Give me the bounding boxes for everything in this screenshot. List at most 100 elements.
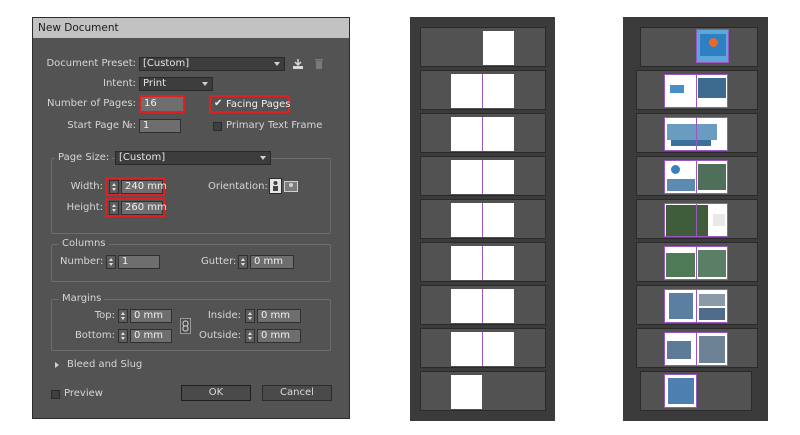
number-of-pages-label: Number of Pages: <box>47 98 136 109</box>
balloon-icon <box>709 38 718 47</box>
layout-graphic <box>670 85 684 93</box>
start-page-label: Start Page №: <box>67 120 136 131</box>
spread-spine <box>482 203 483 237</box>
margin-bottom-stepper[interactable] <box>118 329 128 343</box>
back-page-thumbnail[interactable] <box>664 374 697 408</box>
document-preset-select[interactable]: [Custom] <box>139 57 285 71</box>
width-stepper[interactable] <box>109 180 119 194</box>
spread-thumbnail[interactable] <box>451 203 514 237</box>
primary-text-frame-checkbox[interactable] <box>213 122 222 131</box>
margins-group <box>51 299 331 351</box>
facing-pages-checkbox[interactable]: ✔ Facing Pages <box>209 95 291 113</box>
landscape-orientation-icon[interactable] <box>284 181 298 192</box>
page-size-label: Page Size: <box>55 151 113 165</box>
layout-photo <box>666 253 695 277</box>
spread-thumbnail[interactable] <box>664 117 728 151</box>
columns-number-label: Number: <box>60 256 104 267</box>
spread-spine <box>482 246 483 280</box>
start-page-input[interactable]: 1 <box>139 119 181 133</box>
spread-spine <box>482 289 483 323</box>
layout-photo <box>699 336 725 363</box>
page-size-value: [Custom] <box>119 152 166 163</box>
number-of-pages-input[interactable]: 16 <box>139 95 185 113</box>
filled-pages-panel <box>623 17 768 421</box>
intent-value: Print <box>143 78 167 89</box>
page-thumbnail[interactable] <box>451 375 482 409</box>
dialog-title: New Document <box>33 18 349 38</box>
margin-inside-stepper[interactable] <box>245 309 255 323</box>
columns-number-input[interactable]: 1 <box>118 255 160 269</box>
spread-spine <box>696 290 697 322</box>
bleed-and-slug-toggle[interactable]: Bleed and Slug <box>67 358 142 372</box>
margin-outside-label: Outside: <box>199 330 241 341</box>
height-label: Height: <box>66 202 103 213</box>
disclosure-triangle-icon[interactable] <box>55 362 59 368</box>
checkmark-icon: ✔ <box>214 98 223 109</box>
margin-bottom-label: Bottom: <box>74 330 115 341</box>
spread-thumbnail[interactable] <box>664 332 728 366</box>
margin-inside-input[interactable]: 0 mm <box>257 309 301 323</box>
layout-photo <box>698 164 726 190</box>
orientation-label: Orientation: <box>208 181 268 192</box>
margin-outside-stepper[interactable] <box>245 329 255 343</box>
columns-number-stepper[interactable] <box>106 255 116 269</box>
width-input[interactable]: 240 mm <box>121 180 167 194</box>
width-label: Width: <box>70 181 103 192</box>
intent-select[interactable]: Print <box>139 77 213 91</box>
save-preset-icon[interactable] <box>291 57 305 71</box>
document-preset-value: [Custom] <box>143 58 190 69</box>
spread-thumbnail[interactable] <box>664 160 728 194</box>
width-control: 240 mm <box>105 177 167 196</box>
spread-thumbnail[interactable] <box>451 117 514 151</box>
layout-photo <box>699 294 725 306</box>
spread-thumbnail[interactable] <box>451 332 514 366</box>
spread-thumbnail[interactable] <box>451 160 514 194</box>
margin-top-stepper[interactable] <box>118 309 128 323</box>
spread-thumbnail[interactable] <box>451 246 514 280</box>
spread-spine <box>482 74 483 108</box>
height-stepper[interactable] <box>109 201 119 215</box>
spread-spine <box>482 117 483 151</box>
spread-thumbnail[interactable] <box>664 289 728 323</box>
gutter-label: Gutter: <box>201 256 237 267</box>
new-document-dialog: New Document Document Preset: [Custom] I… <box>32 17 350 419</box>
spread-thumbnail[interactable] <box>664 203 728 237</box>
height-input[interactable]: 260 mm <box>121 201 167 215</box>
layout-photo <box>698 78 726 98</box>
gutter-input[interactable]: 0 mm <box>250 255 294 269</box>
gutter-stepper[interactable] <box>238 255 248 269</box>
spread-spine <box>696 204 697 236</box>
layout-photo <box>698 250 726 277</box>
spread-thumbnail[interactable] <box>664 74 728 108</box>
chevron-down-icon <box>202 82 208 86</box>
cancel-button[interactable]: Cancel <box>262 385 332 401</box>
margin-outside-input[interactable]: 0 mm <box>257 329 301 343</box>
spread-thumbnail[interactable] <box>451 74 514 108</box>
layout-graphic <box>713 214 725 226</box>
delete-preset-icon[interactable] <box>312 57 326 71</box>
spread-spine <box>696 75 697 107</box>
layout-graphic <box>671 140 711 146</box>
layout-photo <box>668 378 694 404</box>
spread-spine <box>482 160 483 194</box>
margin-bottom-input[interactable]: 0 mm <box>130 329 172 343</box>
spread-spine <box>696 247 697 279</box>
page-size-group <box>51 158 331 234</box>
cover-page-thumbnail[interactable] <box>696 29 729 63</box>
preview-checkbox[interactable] <box>51 390 60 399</box>
page-thumbnail[interactable] <box>483 31 514 65</box>
spread-spine <box>482 332 483 366</box>
spread-thumbnail[interactable] <box>451 289 514 323</box>
spread-spine <box>696 333 697 365</box>
portrait-orientation-icon[interactable] <box>269 178 282 194</box>
preview-label: Preview <box>64 388 103 399</box>
layout-photo <box>667 124 717 140</box>
height-control: 260 mm <box>105 198 167 217</box>
margin-top-input[interactable]: 0 mm <box>130 309 172 323</box>
spread-thumbnail[interactable] <box>664 246 728 280</box>
blank-pages-panel <box>410 17 555 421</box>
page-size-select[interactable]: [Custom] <box>115 151 271 165</box>
layout-photo <box>667 341 691 359</box>
ok-button[interactable]: OK <box>181 385 251 401</box>
primary-text-frame-label: Primary Text Frame <box>226 120 323 131</box>
